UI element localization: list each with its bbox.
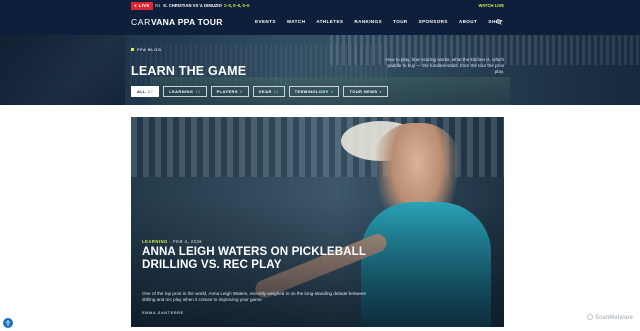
watermark-text: ScanMalware xyxy=(594,315,633,321)
featured-article-card[interactable]: LEARNING · FEB 4, 2026 ANNA LEIGH WATERS… xyxy=(131,117,504,327)
live-score-ticker[interactable]: R4 K. CHRISTIAN VS V. DIMUZIO 1–0, 0–0, 0–… xyxy=(155,3,249,9)
round-label: R4 xyxy=(155,3,161,8)
filter-learning[interactable]: LEARNING 12 xyxy=(163,86,207,97)
nav-about[interactable]: ABOUT xyxy=(459,19,477,25)
match-score: 1–0, 0–0, 0–0 xyxy=(223,3,250,8)
nav-watch[interactable]: WATCH xyxy=(287,19,306,25)
logo-rest: VANA PPA TOUR xyxy=(150,17,223,27)
watch-live-link[interactable]: WATCH LIVE xyxy=(478,3,504,9)
article-excerpt: One of the top pros in the world, Anna L… xyxy=(142,291,367,302)
hero-description: How to play, how scoring works, what the… xyxy=(385,57,504,74)
blog-label-text: PPA BLOG xyxy=(137,47,162,52)
search-icon[interactable] xyxy=(496,19,502,25)
blog-label: PPA BLOG xyxy=(131,47,161,52)
filter-label: GEAR xyxy=(258,89,272,94)
filter-count: 11 xyxy=(273,89,279,94)
site-logo[interactable]: CARVANA PPA TOUR xyxy=(131,17,223,27)
match-label: K. CHRISTIAN VS V. DIMUZIO xyxy=(163,3,222,8)
filter-count: 5 xyxy=(330,89,334,94)
category-filters: ALL 67 LEARNING 12 PLAYERS 9 GEAR 11 TERMINO… xyxy=(131,86,392,97)
article-category[interactable]: LEARNING xyxy=(142,239,168,244)
nav-sponsors[interactable]: SPONSORS xyxy=(419,19,448,25)
nav-athletes[interactable]: ATHLETES xyxy=(316,19,343,25)
accessibility-icon xyxy=(5,320,11,326)
filter-gear[interactable]: GEAR 11 xyxy=(252,86,285,97)
filter-tour-news[interactable]: TOUR NEWS ▾ xyxy=(343,86,388,97)
filter-label: PLAYERS xyxy=(216,89,238,94)
filter-count: 9 xyxy=(239,89,243,94)
live-badge[interactable]: ● LIVE xyxy=(131,2,153,10)
watermark: ScanMalware xyxy=(586,314,633,322)
nav-events[interactable]: EVENTS xyxy=(255,19,276,25)
main-nav: EVENTS WATCH ATHLETES RANKINGS TOUR SPON… xyxy=(255,19,514,25)
filter-count: 12 xyxy=(195,89,201,94)
filter-label: LEARNING xyxy=(169,89,194,94)
accessibility-button[interactable] xyxy=(3,318,13,328)
nav-tour[interactable]: TOUR xyxy=(393,19,408,25)
nav-rankings[interactable]: RANKINGS xyxy=(354,19,382,25)
page: ● LIVE R4 K. CHRISTIAN VS V. DIMUZIO 1–0, … xyxy=(0,0,640,331)
label-marker-icon xyxy=(131,48,134,51)
filter-label: TOUR NEWS xyxy=(349,89,378,94)
watermark-icon xyxy=(586,314,593,320)
logo-car: CAR xyxy=(131,17,151,27)
filter-label: TERMINOLOGY xyxy=(294,89,329,94)
filter-terminology[interactable]: TERMINOLOGY 5 xyxy=(288,86,340,97)
article-title[interactable]: ANNA LEIGH WATERS ON PICKLEBALL DRILLING… xyxy=(142,245,382,271)
article-meta: LEARNING · FEB 4, 2026 xyxy=(142,239,203,244)
article-date: FEB 4, 2026 xyxy=(173,239,203,244)
live-label: LIVE xyxy=(138,3,150,8)
filter-all[interactable]: ALL 67 xyxy=(131,86,160,97)
chevron-down-icon: ▾ xyxy=(379,89,382,94)
filter-label: ALL xyxy=(137,89,146,94)
page-title: LEARN THE GAME xyxy=(131,64,247,78)
article-author: EMMA SANTERRE xyxy=(142,310,184,315)
top-header: ● LIVE R4 K. CHRISTIAN VS V. DIMUZIO 1–0, … xyxy=(0,0,640,35)
filter-players[interactable]: PLAYERS 9 xyxy=(210,86,249,97)
filter-count: 67 xyxy=(147,89,154,94)
